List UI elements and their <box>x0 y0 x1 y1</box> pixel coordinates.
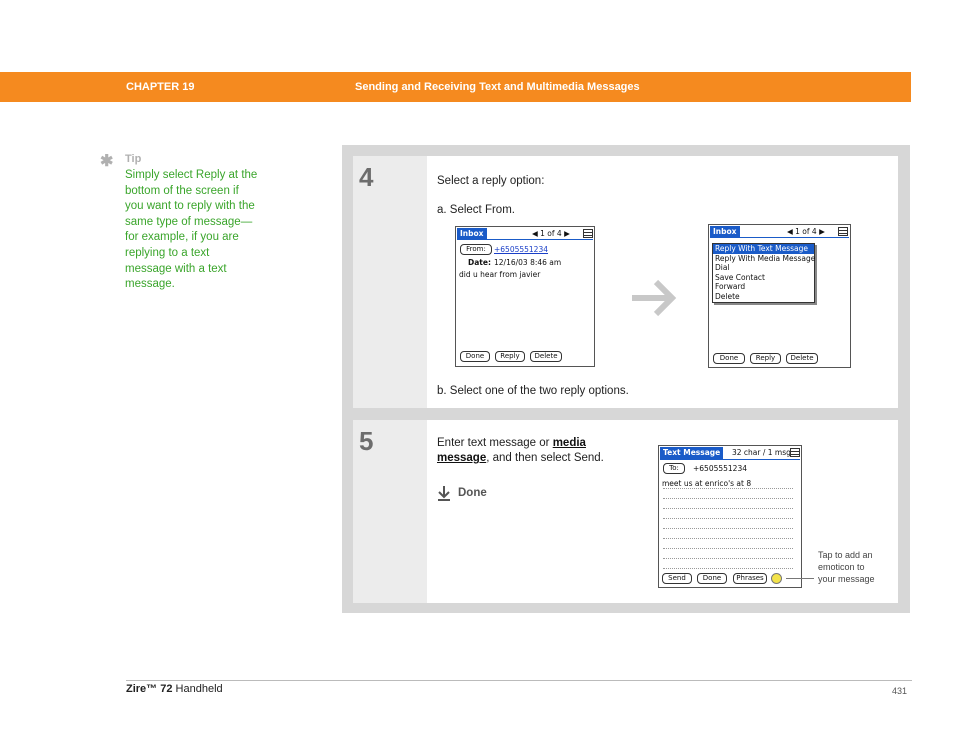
inbox-message-screen: Inbox ◀ 1 of 4 ▶ From: +6505551234 Date:… <box>455 226 595 367</box>
reply-menu-screen: Inbox ◀ 1 of 4 ▶ Reply With Text Message… <box>708 224 851 368</box>
text-line <box>663 548 793 549</box>
text-line <box>663 538 793 539</box>
step-5: 5 Enter text message or media message, a… <box>353 420 898 603</box>
tip-label: Tip <box>125 153 142 165</box>
step-5-instruction: Enter text message or media <box>437 437 586 449</box>
menu-item-save-contact[interactable]: Save Contact <box>713 273 814 283</box>
callout-line <box>786 578 814 579</box>
date-value: 12/16/03 8:46 am <box>494 258 562 267</box>
text-line <box>663 568 793 569</box>
menu-icon[interactable] <box>838 227 848 236</box>
menu-item-reply-text[interactable]: Reply With Text Message <box>713 244 814 254</box>
asterisk-icon: ✱ <box>100 153 114 170</box>
step-gutter: 4 <box>353 156 427 408</box>
delete-button[interactable]: Delete <box>530 351 562 362</box>
menu-item-dial[interactable]: Dial <box>713 263 814 273</box>
footer-rule <box>126 680 912 681</box>
reply-button[interactable]: Reply <box>495 351 525 362</box>
tip-line: same type of message— <box>125 215 253 228</box>
phrases-button[interactable]: Phrases <box>733 573 767 584</box>
step-5-text-after: , and then select Send. <box>486 452 604 464</box>
done-button[interactable]: Done <box>697 573 727 584</box>
step-4-sub-a: a. Select From. <box>437 204 515 216</box>
tip-line: bottom of the screen if <box>125 184 239 197</box>
reply-button[interactable]: Reply <box>750 353 781 364</box>
tip-line: for example, if you are <box>125 231 239 244</box>
menu-icon[interactable] <box>790 448 800 457</box>
menu-item-delete[interactable]: Delete <box>713 292 814 302</box>
message-nav[interactable]: ◀ 1 of 4 ▶ <box>787 227 825 236</box>
reply-options-menu: Reply With Text Message Reply With Media… <box>712 243 815 303</box>
step-4-sub-b: b. Select one of the two reply options. <box>437 385 629 397</box>
text-line <box>663 498 793 499</box>
chapter-title: Sending and Receiving Text and Multimedi… <box>355 81 640 93</box>
step-4-intro: Select a reply option: <box>437 175 545 187</box>
product-suffix: Handheld <box>172 683 223 695</box>
from-button[interactable]: From: <box>460 244 492 255</box>
done-button[interactable]: Done <box>460 351 490 362</box>
media-message-link[interactable]: media <box>553 437 586 449</box>
screen-title: Inbox <box>710 226 740 237</box>
step-gutter: 5 <box>353 420 427 603</box>
done-button[interactable]: Done <box>713 353 745 364</box>
date-label: Date: <box>468 258 491 267</box>
callout-line-text: emoticon to <box>818 562 865 572</box>
down-arrow-icon <box>438 486 450 501</box>
tip-line: message with a text <box>125 262 227 275</box>
title-rule <box>457 239 593 240</box>
to-value: +6505551234 <box>693 464 748 473</box>
footer-product: Zire™ 72 Handheld <box>126 683 223 695</box>
done-label: Done <box>458 487 487 499</box>
message-counter: 1 of 4 <box>540 229 562 238</box>
step-number: 4 <box>359 162 374 192</box>
from-value: +6505551234 <box>494 245 549 254</box>
screen-title: Text Message <box>660 447 724 459</box>
emoticon-icon[interactable] <box>771 573 782 584</box>
product-prefix: Zire™ <box>126 683 161 695</box>
tip-line: message. <box>125 278 175 291</box>
text-line <box>663 558 793 559</box>
menu-item-reply-media[interactable]: Reply With Media Message <box>713 254 815 264</box>
text-message-screen: Text Message 32 char / 1 msg To: +650555… <box>658 445 802 588</box>
tip-text: Simply select Reply at the bottom of the… <box>125 168 275 293</box>
product-model: 72 <box>160 683 173 695</box>
media-message-link-cont[interactable]: message <box>437 452 486 464</box>
char-counter: 32 char / 1 msg <box>732 448 791 457</box>
tip-line: you want to reply with the <box>125 200 255 213</box>
screen-title: Inbox <box>457 228 487 239</box>
step-5-text-before: Enter text message or <box>437 437 553 449</box>
chapter-label: CHAPTER 19 <box>126 81 195 93</box>
right-arrow-icon <box>632 279 677 317</box>
page-number: 431 <box>892 686 908 696</box>
message-nav[interactable]: ◀ 1 of 4 ▶ <box>532 229 570 238</box>
title-rule <box>710 237 849 238</box>
text-line <box>663 508 793 509</box>
text-line <box>663 518 793 519</box>
callout-line-text: Tap to add an <box>818 550 873 560</box>
emoticon-callout: Tap to add an emoticon to your message <box>818 549 875 585</box>
tip-line: Simply select Reply at the <box>125 169 258 181</box>
message-counter: 1 of 4 <box>795 227 817 236</box>
text-line <box>663 528 793 529</box>
message-body[interactable]: meet us at enrico's at 8 <box>662 479 751 488</box>
menu-item-forward[interactable]: Forward <box>713 282 814 292</box>
title-rule <box>660 459 800 460</box>
send-button[interactable]: Send <box>662 573 692 584</box>
step-5-instruction-cont: message, and then select Send. <box>437 452 604 464</box>
message-body: did u hear from javier <box>459 270 541 279</box>
menu-icon[interactable] <box>583 229 593 238</box>
text-line <box>663 488 793 489</box>
tip-line: replying to a text <box>125 246 210 259</box>
step-number: 5 <box>359 426 374 456</box>
callout-line-text: your message <box>818 574 875 584</box>
delete-button[interactable]: Delete <box>786 353 818 364</box>
to-button[interactable]: To: <box>663 463 685 474</box>
